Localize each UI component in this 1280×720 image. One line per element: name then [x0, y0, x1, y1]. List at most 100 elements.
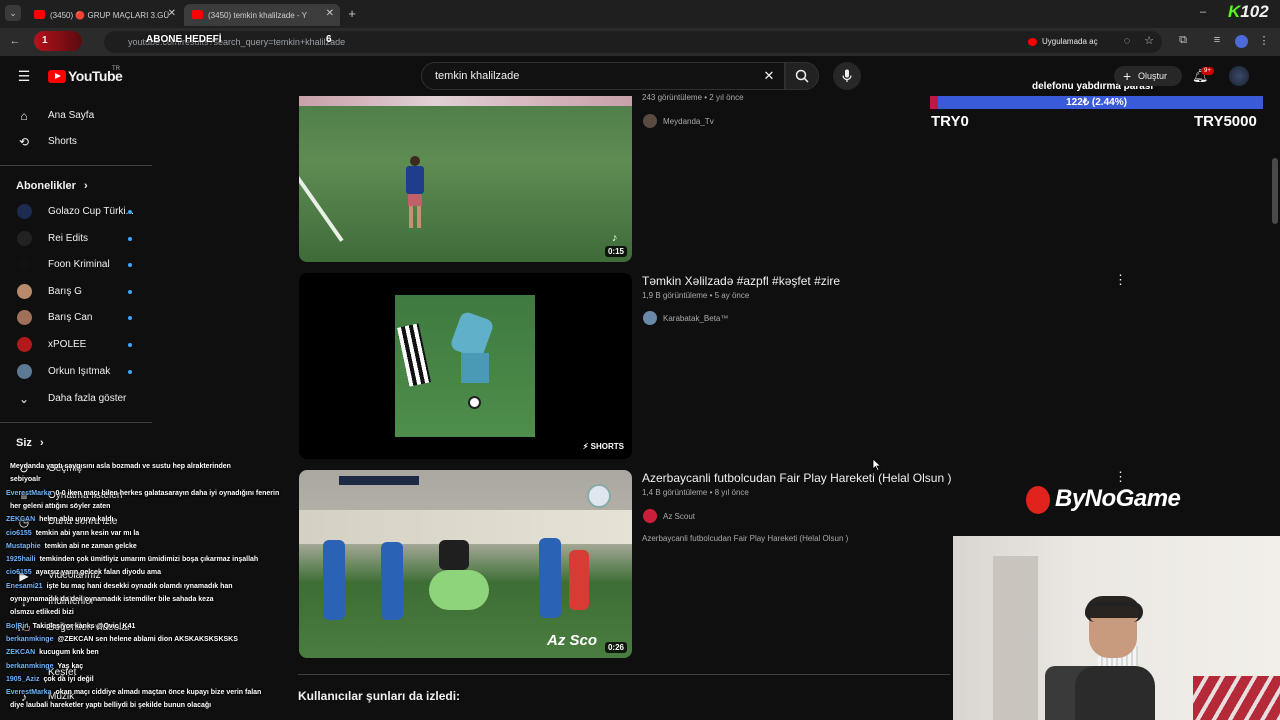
broadcast-logo	[587, 484, 611, 508]
sidebar-divider	[0, 165, 152, 166]
stream-logo: K102	[1228, 2, 1269, 22]
eye-off-icon[interactable]: ◌	[1120, 35, 1134, 47]
new-content-dot	[128, 210, 132, 214]
extensions-icon[interactable]: ⧉	[1176, 34, 1190, 47]
chat-text: Yaş kaç	[57, 662, 84, 670]
shorts-frame	[395, 295, 535, 437]
chat-username: cio6155	[6, 569, 32, 577]
channel-name[interactable]: Az Scout	[663, 512, 695, 521]
video-thumbnail[interactable]: ♪ 0:15	[299, 96, 632, 262]
video-meta: 1,4 B görüntüleme • 8 yıl önce	[642, 488, 749, 497]
sidebar-item-subscription[interactable]: Rei Edits	[0, 226, 150, 252]
channel-name[interactable]: Karabatak_Beta™	[663, 314, 728, 323]
chat-message: cio6155 temkin abi yarın kesin var mı la	[6, 529, 306, 538]
sidebar-item-label: Foon Kriminal	[48, 259, 110, 271]
goal-badge: 1	[42, 35, 48, 46]
video-thumbnail[interactable]: Az Sco 0:26	[299, 470, 632, 658]
back-icon[interactable]: ←	[8, 35, 22, 47]
show-more-button[interactable]: ⌄ Daha fazla göster	[0, 386, 150, 412]
search-input[interactable]: temkin khalilzade	[421, 62, 785, 90]
browser-menu-icon[interactable]: ⋮	[1258, 34, 1270, 47]
chat-text: okan maçı ciddiye almadı maçtan önce kup…	[55, 689, 262, 697]
open-in-app-label: Uygulamada aç	[1042, 37, 1098, 46]
browser-tab-bar: ⌄ (3450) 🔴 GRUP MAÇLARI 3.GÜ ✕ (3450) te…	[0, 0, 1280, 28]
channel-avatar	[17, 204, 32, 219]
video-title[interactable]: Təmkin Xəlilzadə #azpfl #kəşfet #zire	[642, 274, 840, 288]
show-more-label: Daha fazla göster	[48, 393, 127, 404]
sidebar-item-subscription[interactable]: Golazo Cup Türki...	[0, 199, 150, 225]
chevron-right-icon: ›	[39, 437, 44, 449]
hamburger-menu-icon[interactable]: ☰	[16, 68, 32, 85]
channel-avatar[interactable]	[643, 114, 657, 128]
sidebar-item-shorts[interactable]: ⟲ Shorts	[0, 129, 150, 155]
chat-message: diye laubali hareketler yaptı belliydi b…	[6, 701, 306, 710]
player-figure	[439, 540, 469, 570]
bynogame-mark-icon	[1026, 486, 1050, 514]
channel-avatar	[17, 310, 32, 326]
tab-search[interactable]: (3450) temkin khalilzade - Y ✕	[184, 4, 340, 26]
sidebar-item-subscription[interactable]: xPOLEE	[0, 332, 150, 358]
overlay-goal-count: 6	[326, 34, 332, 45]
player-figure	[323, 540, 345, 620]
chat-username: Mustaphie	[6, 542, 41, 550]
tab-stream[interactable]: (3450) 🔴 GRUP MAÇLARI 3.GÜ ✕	[26, 4, 182, 26]
sidebar-item-subscription[interactable]: Foon Kriminal	[0, 252, 150, 278]
sidebar-item-subscription[interactable]: Barış Can	[0, 305, 150, 331]
bed-blanket	[1193, 676, 1280, 720]
clear-search-icon[interactable]: ✕	[762, 68, 776, 84]
video-thumbnail[interactable]: ⚡︎ SHORTS	[299, 273, 632, 459]
chat-text: her geleni attığını söyler zaten	[10, 502, 111, 510]
open-in-app-button[interactable]: Uygulamada aç	[1028, 34, 1098, 50]
channel-name[interactable]: Meydanda_Tv	[663, 117, 714, 126]
tab-list-button[interactable]: ⌄	[5, 5, 21, 21]
more-actions-icon[interactable]: ⋮	[1114, 272, 1127, 288]
sidebar-item-subscription[interactable]: Orkun Işıtmak	[0, 359, 150, 385]
chat-username: EverestMarka	[6, 689, 52, 697]
chat-text: ayarsız yarın gelcek falan diyodu ama	[35, 569, 161, 577]
you-heading-label: Siz	[16, 437, 32, 449]
youtube-logo-icon[interactable]	[48, 70, 66, 83]
sidebar-item-subscription[interactable]: Barış G	[0, 279, 150, 305]
chevron-right-icon: ›	[83, 180, 88, 192]
football-icon	[468, 396, 481, 409]
voice-search-button[interactable]	[833, 62, 861, 90]
donation-min: TRY0	[931, 113, 969, 130]
create-button[interactable]: + Oluştur	[1114, 66, 1182, 86]
bookmark-star-icon[interactable]: ☆	[1142, 34, 1156, 47]
profile-avatar[interactable]	[1235, 35, 1248, 48]
referee-figure	[569, 550, 589, 610]
video-title[interactable]: Azerbaycanli futbolcudan Fair Play Harek…	[642, 471, 951, 485]
subscriptions-heading[interactable]: Abonelikler ›	[16, 180, 88, 192]
close-tab-icon[interactable]: ✕	[168, 8, 176, 19]
media-controls-icon[interactable]: ≡	[1210, 34, 1224, 46]
minimize-window-icon[interactable]: –	[1196, 6, 1210, 18]
sidebar-item-label: Ana Sayfa	[48, 110, 95, 121]
sidebar-item-label: xPOLEE	[48, 339, 87, 350]
video-description: Azerbaycanli futbolcudan Fair Play Harek…	[642, 534, 849, 543]
chat-message: sebiyoalr	[6, 475, 306, 484]
channel-avatar[interactable]	[643, 311, 657, 325]
chat-message: Bo|Rin Takipleşiyor kanks @Qvic_K41	[6, 622, 306, 631]
chat-text: temkinden çok ümitliyiz umarım ümidimizi…	[39, 556, 259, 564]
chat-text: Meydanda yaptı saygısını asla bozmadı ve…	[10, 463, 231, 470]
close-tab-icon[interactable]: ✕	[326, 8, 334, 19]
player-figure	[429, 570, 489, 610]
you-heading[interactable]: Siz ›	[16, 437, 44, 449]
chat-message: cio6155 ayarsız yarın gelcek falan diyodu…	[6, 568, 306, 577]
chat-text: 0-0 iken maçı bilen herkes galatasarayın…	[55, 489, 280, 497]
channel-avatar[interactable]	[643, 509, 657, 523]
page-scrollbar[interactable]	[1272, 158, 1278, 224]
new-tab-button[interactable]: +	[344, 6, 360, 21]
field-line	[299, 174, 344, 242]
overlay-goal-title: ABONE HEDEFİ	[146, 34, 222, 45]
chat-text: sebiyoalr	[10, 476, 41, 484]
account-avatar[interactable]	[1229, 66, 1249, 86]
search-icon	[795, 69, 809, 83]
search-button[interactable]	[785, 62, 819, 90]
sidebar-item-home[interactable]: ⌂ Ana Sayfa	[0, 103, 150, 129]
url-input[interactable]: youtube.com/results?search_query=temkin+…	[104, 31, 1162, 53]
chat-message: EverestMarka okan maçı ciddiye almadı maç…	[6, 688, 306, 697]
more-actions-icon[interactable]: ⋮	[1114, 469, 1127, 485]
scoreboard	[339, 476, 419, 485]
chat-username: EverestMarka	[6, 489, 52, 497]
